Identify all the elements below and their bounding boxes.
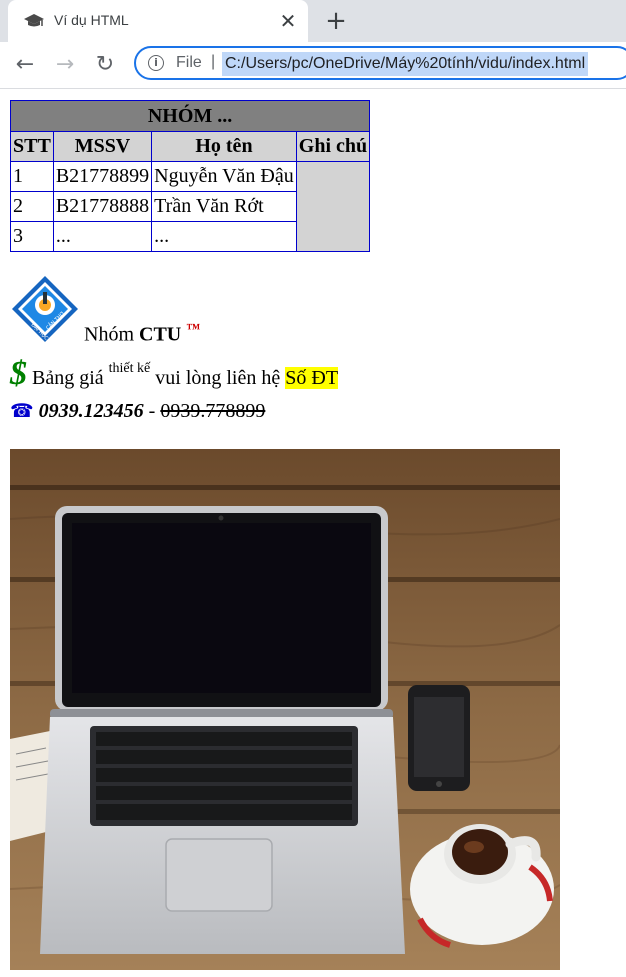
cell-stt: 3 — [10, 221, 54, 252]
group-prefix: Nhóm — [84, 323, 134, 346]
cell-name: ... — [151, 221, 297, 252]
cell-name: Nguyễn Văn Đậu — [151, 161, 297, 192]
contact-text: vui lòng liên hệ — [155, 367, 281, 389]
header-name: Họ tên — [151, 131, 297, 162]
header-stt: STT — [10, 131, 54, 162]
price-line: $ Bảng giá thiết kế vui lòng liên hệ Số … — [10, 355, 339, 393]
header-mssv: MSSV — [52, 131, 153, 162]
cell-note — [295, 161, 371, 252]
cell-mssv: ... — [52, 221, 153, 252]
address-bar[interactable]: i File | C:/Users/pc/OneDrive/Máy%20tính… — [134, 46, 626, 80]
new-tab-button[interactable]: + — [322, 7, 350, 35]
header-note: Ghi chú — [295, 131, 371, 162]
address-separator: | — [211, 53, 216, 70]
group-line: Nhóm CTU ™ — [84, 322, 200, 347]
table-caption: NHÓM ... — [9, 100, 371, 132]
phone-line: ☎ 0939.123456 - 0939.778899 — [10, 400, 265, 423]
close-tab-icon[interactable]: ✕ — [276, 9, 300, 33]
cell-stt: 2 — [10, 191, 54, 222]
cell-stt: 1 — [10, 161, 54, 192]
price-superscript: thiết kế — [108, 361, 151, 377]
laptop-coffee-photo — [10, 449, 560, 970]
ctu-logo-icon: ĐẠI HỌC CẦN THƠ — [12, 276, 78, 342]
url-text[interactable]: C:/Users/pc/OneDrive/Máy%20tính/vidu/ind… — [222, 52, 589, 76]
phone-number: 0939.123456 — [38, 400, 144, 422]
scheme-label: File — [176, 54, 202, 71]
trademark-mark: ™ — [186, 322, 201, 337]
group-table: NHÓM ... STT MSSV Họ tên Ghi chú 1 B2177… — [9, 100, 371, 252]
back-arrow-icon[interactable]: ← — [10, 50, 40, 80]
graduation-cap-icon — [24, 14, 44, 27]
browser-tab[interactable]: Ví dụ HTML ✕ — [8, 0, 308, 42]
forward-arrow-icon[interactable]: → — [50, 50, 80, 80]
price-text: Bảng giá — [32, 367, 104, 389]
browser-toolbar: ← → ↻ i File | C:/Users/pc/OneDrive/Máy%… — [0, 42, 626, 89]
tab-strip: Ví dụ HTML ✕ + — [0, 0, 626, 42]
reload-icon[interactable]: ↻ — [90, 50, 120, 80]
phone-icon: ☎ — [10, 400, 34, 422]
highlight-phone-label: Số ĐT — [285, 367, 339, 389]
group-name: CTU — [139, 323, 182, 346]
cell-mssv: B21778888 — [52, 191, 153, 222]
phone-dash: - — [148, 400, 156, 422]
old-phone-number: 0939.778899 — [160, 400, 266, 422]
tab-title: Ví dụ HTML — [54, 12, 129, 28]
dollar-icon: $ — [10, 355, 27, 392]
info-icon[interactable]: i — [148, 55, 164, 71]
cell-name: Trần Văn Rớt — [151, 191, 297, 222]
cell-mssv: B21778899 — [52, 161, 153, 192]
table-row: 1 B21778899 Nguyễn Văn Đậu — [10, 161, 371, 252]
